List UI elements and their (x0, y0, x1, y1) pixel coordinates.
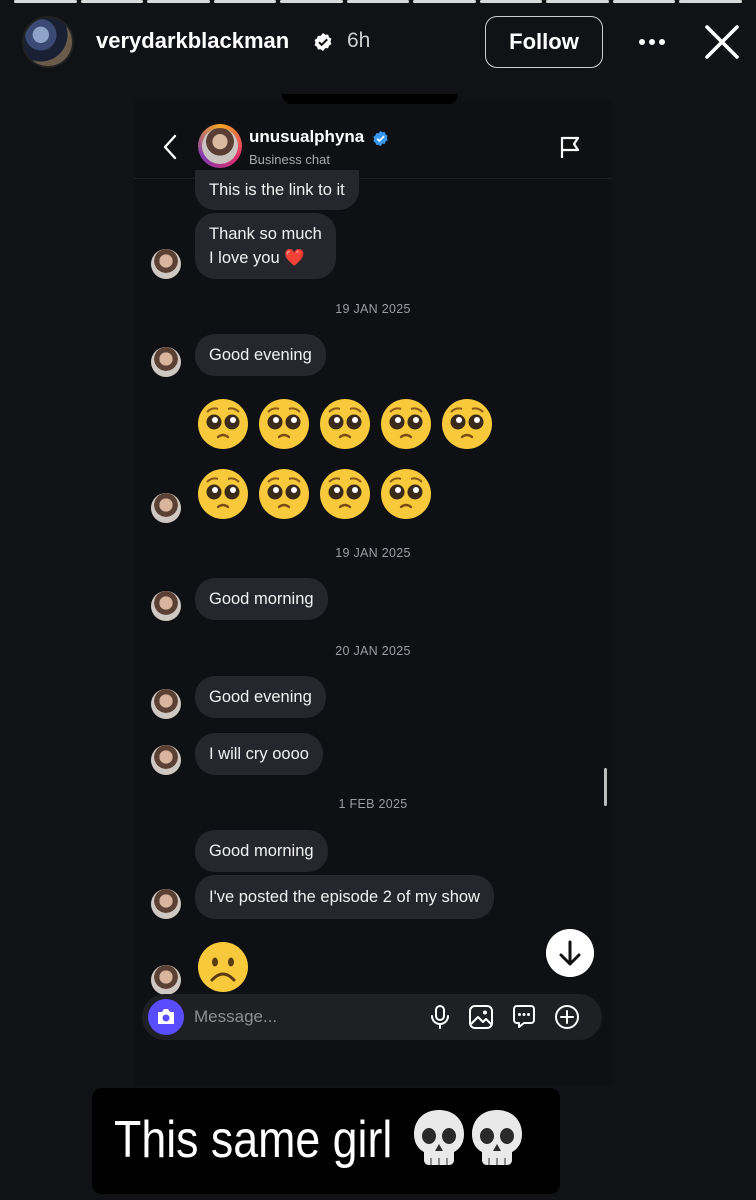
progress-segment (280, 0, 343, 3)
progress-segment (679, 0, 743, 3)
verified-icon (314, 33, 332, 51)
sender-avatar (151, 591, 181, 621)
message-bubble: Good morning (195, 830, 328, 872)
message-bubble: Good morning (195, 578, 328, 620)
pleading-face-emoji (198, 399, 248, 449)
date-separator: 1 FEB 2025 (338, 797, 408, 811)
progress-segment (147, 0, 210, 3)
story-username[interactable]: verydarkblackman (96, 28, 289, 54)
progress-segment (14, 0, 77, 3)
contact-avatar[interactable] (198, 124, 242, 168)
message-input[interactable]: Message... (194, 994, 277, 1040)
progress-segment (479, 0, 543, 3)
more-options-icon[interactable] (638, 38, 666, 46)
story-header: verydarkblackman 6h Follow (0, 14, 756, 70)
progress-segment (413, 0, 476, 3)
sender-avatar (151, 249, 181, 279)
sender-avatar (151, 965, 181, 995)
report-flag-icon[interactable] (558, 134, 582, 160)
microphone-icon[interactable] (427, 1004, 453, 1030)
progress-segment (80, 0, 144, 3)
message-bubble: Good evening (195, 676, 326, 718)
sender-avatar (151, 889, 181, 919)
add-icon[interactable] (554, 1004, 580, 1030)
message-composer: Message... (142, 994, 602, 1040)
story-caption: This same girl (92, 1088, 560, 1194)
message-bubble: I've posted the episode 2 of my show (195, 875, 494, 919)
date-separator: 19 JAN 2025 (335, 546, 411, 560)
close-icon[interactable] (702, 22, 742, 62)
contact-subtitle: Business chat (249, 152, 330, 167)
progress-segment (546, 0, 609, 3)
frowning-face-emoji (198, 942, 248, 992)
date-separator: 20 JAN 2025 (335, 644, 411, 658)
skull-emoji (472, 1110, 522, 1165)
camera-icon[interactable] (148, 999, 184, 1035)
pleading-face-emoji (320, 469, 370, 519)
progress-segment (213, 0, 277, 3)
message-bubble: Thank so much I love you ❤️ (195, 213, 336, 279)
pleading-face-emoji (259, 469, 309, 519)
progress-segment (612, 0, 676, 3)
pleading-face-emoji (442, 399, 492, 449)
pleading-face-emoji (381, 469, 431, 519)
contact-name[interactable]: unusualphyna (249, 127, 364, 147)
message-bubble: I will cry oooo (195, 733, 323, 775)
story-avatar[interactable] (22, 16, 74, 68)
sender-avatar (151, 347, 181, 377)
story-progress-bar (14, 0, 743, 3)
pleading-face-emoji (198, 469, 248, 519)
date-separator: 19 JAN 2025 (335, 302, 411, 316)
chat-bubble-icon[interactable] (511, 1004, 537, 1030)
scroll-down-icon[interactable] (546, 929, 594, 977)
message-line: Thank so much (209, 225, 322, 243)
dynamic-island (282, 94, 458, 104)
sender-avatar (151, 745, 181, 775)
back-arrow-icon[interactable] (162, 134, 178, 160)
chat-screenshot: unusualphyna Business chat This is the l… (134, 94, 612, 1086)
skull-emoji (414, 1110, 464, 1165)
message-bubble: Good evening (195, 334, 326, 376)
caption-text: This same girl (114, 1111, 393, 1169)
message-line: I love you ❤️ (209, 249, 305, 267)
sender-avatar (151, 493, 181, 523)
message-bubble: This is the link to it (195, 170, 359, 210)
follow-button[interactable]: Follow (485, 16, 603, 68)
gallery-icon[interactable] (468, 1004, 494, 1030)
sender-avatar (151, 689, 181, 719)
pleading-face-emoji (259, 399, 309, 449)
pleading-face-emoji (320, 399, 370, 449)
progress-segment (346, 0, 410, 3)
story-timestamp: 6h (347, 29, 371, 52)
pleading-face-emoji (381, 399, 431, 449)
verified-icon (373, 130, 388, 147)
